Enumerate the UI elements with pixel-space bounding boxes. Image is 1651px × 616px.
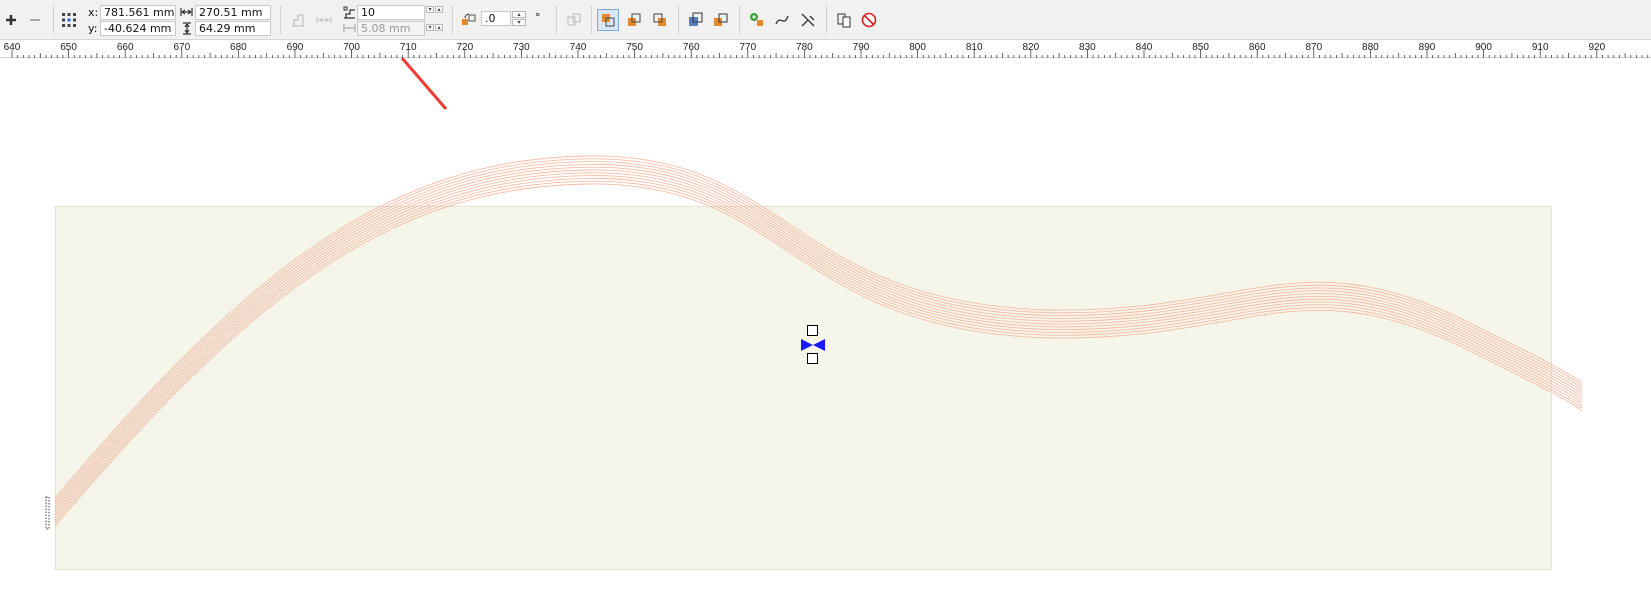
steps-spin-up[interactable]: ▴ <box>435 6 443 13</box>
clear-blend-icon <box>861 12 877 28</box>
blend-spacing-icon <box>343 24 356 32</box>
steps-dropdown-arrow[interactable]: ▾ <box>426 6 434 13</box>
separator <box>678 6 679 34</box>
blend-object-icon <box>292 14 304 27</box>
blend-step-curve <box>54 161 1583 504</box>
height-field[interactable]: 64.29 mm <box>195 21 271 36</box>
blend-acceleration-button[interactable] <box>710 9 732 31</box>
degree-label: ° <box>535 11 541 24</box>
object-edge-marker <box>45 496 50 530</box>
separator <box>826 6 827 34</box>
reference-point-button[interactable] <box>58 9 80 31</box>
counterclockwise-blend-button[interactable] <box>649 9 671 31</box>
start-end-properties-icon <box>750 13 763 26</box>
more-blend-options-button[interactable] <box>797 9 819 31</box>
rotation-spin-up[interactable]: ▴ <box>512 11 526 18</box>
start-end-properties-button[interactable] <box>746 9 768 31</box>
separator <box>739 6 740 34</box>
height-icon <box>183 22 191 35</box>
direct-blend-icon <box>602 14 615 27</box>
blend-rotation-button[interactable] <box>458 9 480 31</box>
path-properties-icon <box>775 15 789 25</box>
object-color-acceleration-button[interactable] <box>685 9 707 31</box>
path-properties-button[interactable] <box>771 9 793 31</box>
blend-step-curve <box>54 158 1583 502</box>
separator <box>452 6 453 34</box>
drawing-canvas[interactable] <box>0 58 1651 616</box>
object-color-acceleration-icon <box>689 12 703 26</box>
spacing-dropdown-arrow[interactable]: ▾ <box>426 24 434 31</box>
width-icon <box>180 8 193 16</box>
x-position-field[interactable]: 781.561 mm <box>100 5 176 20</box>
horizontal-ruler[interactable]: 640 650 660 670 680 690 700 710 720 730 740 750 760 7… <box>0 40 1651 58</box>
clockwise-blend-button[interactable] <box>623 9 645 31</box>
blend-step-curve <box>54 180 1583 524</box>
blend-start-handle[interactable] <box>807 325 818 336</box>
ruler-scale: 640 650 660 670 680 690 700 710 720 730 740 750 760 7… <box>4 42 1651 58</box>
copy-blend-properties-button[interactable] <box>833 9 855 31</box>
blend-direction-icon <box>316 17 332 23</box>
direct-blend-button[interactable] <box>597 9 619 31</box>
minus-icon <box>30 19 40 21</box>
y-position-field[interactable]: -40.624 mm <box>100 21 176 36</box>
copy-blend-properties-icon <box>837 13 851 28</box>
blend-object-button[interactable] <box>287 9 309 31</box>
separator <box>556 6 557 34</box>
blend-spacing-field[interactable]: 5.08 mm <box>357 21 425 36</box>
separator <box>591 6 592 34</box>
width-field[interactable]: 270.51 mm <box>195 5 271 20</box>
reference-point-icon <box>62 13 76 27</box>
separator <box>53 6 54 34</box>
blend-steps-field[interactable]: 10 <box>357 5 425 20</box>
blend-acceleration-icon <box>714 13 728 26</box>
loop-blend-button[interactable] <box>563 9 585 31</box>
clockwise-blend-icon <box>628 13 641 26</box>
blend-rotation-icon <box>462 13 476 25</box>
rotation-angle-field[interactable]: .0 <box>481 11 511 26</box>
clear-blend-button[interactable] <box>858 9 880 31</box>
blend-step-curve <box>54 163 1583 507</box>
separator <box>280 6 281 34</box>
x-label: x: <box>88 6 99 19</box>
zoom-in-button[interactable] <box>0 9 22 31</box>
blend-object[interactable] <box>0 58 1651 616</box>
blend-steps-icon <box>343 6 355 19</box>
spacing-spin-up[interactable]: ▴ <box>435 24 443 31</box>
blend-step-curve <box>54 155 1583 499</box>
blend-acceleration-marker-icon[interactable] <box>801 339 825 351</box>
more-blend-options-icon <box>801 13 815 27</box>
y-label: y: <box>88 22 98 35</box>
counterclockwise-blend-icon <box>653 13 666 26</box>
plus-icon <box>6 15 16 25</box>
rotation-spin-down[interactable]: ▾ <box>512 19 526 26</box>
blend-end-handle[interactable] <box>807 353 818 364</box>
loop-blend-icon <box>567 13 581 26</box>
property-bar: x: y: 781.561 mm -40.624 mm 270.51 mm 64… <box>0 0 1651 40</box>
zoom-out-button[interactable] <box>24 9 46 31</box>
blend-direction-button[interactable] <box>313 9 335 31</box>
blend-step-curve <box>54 183 1583 527</box>
